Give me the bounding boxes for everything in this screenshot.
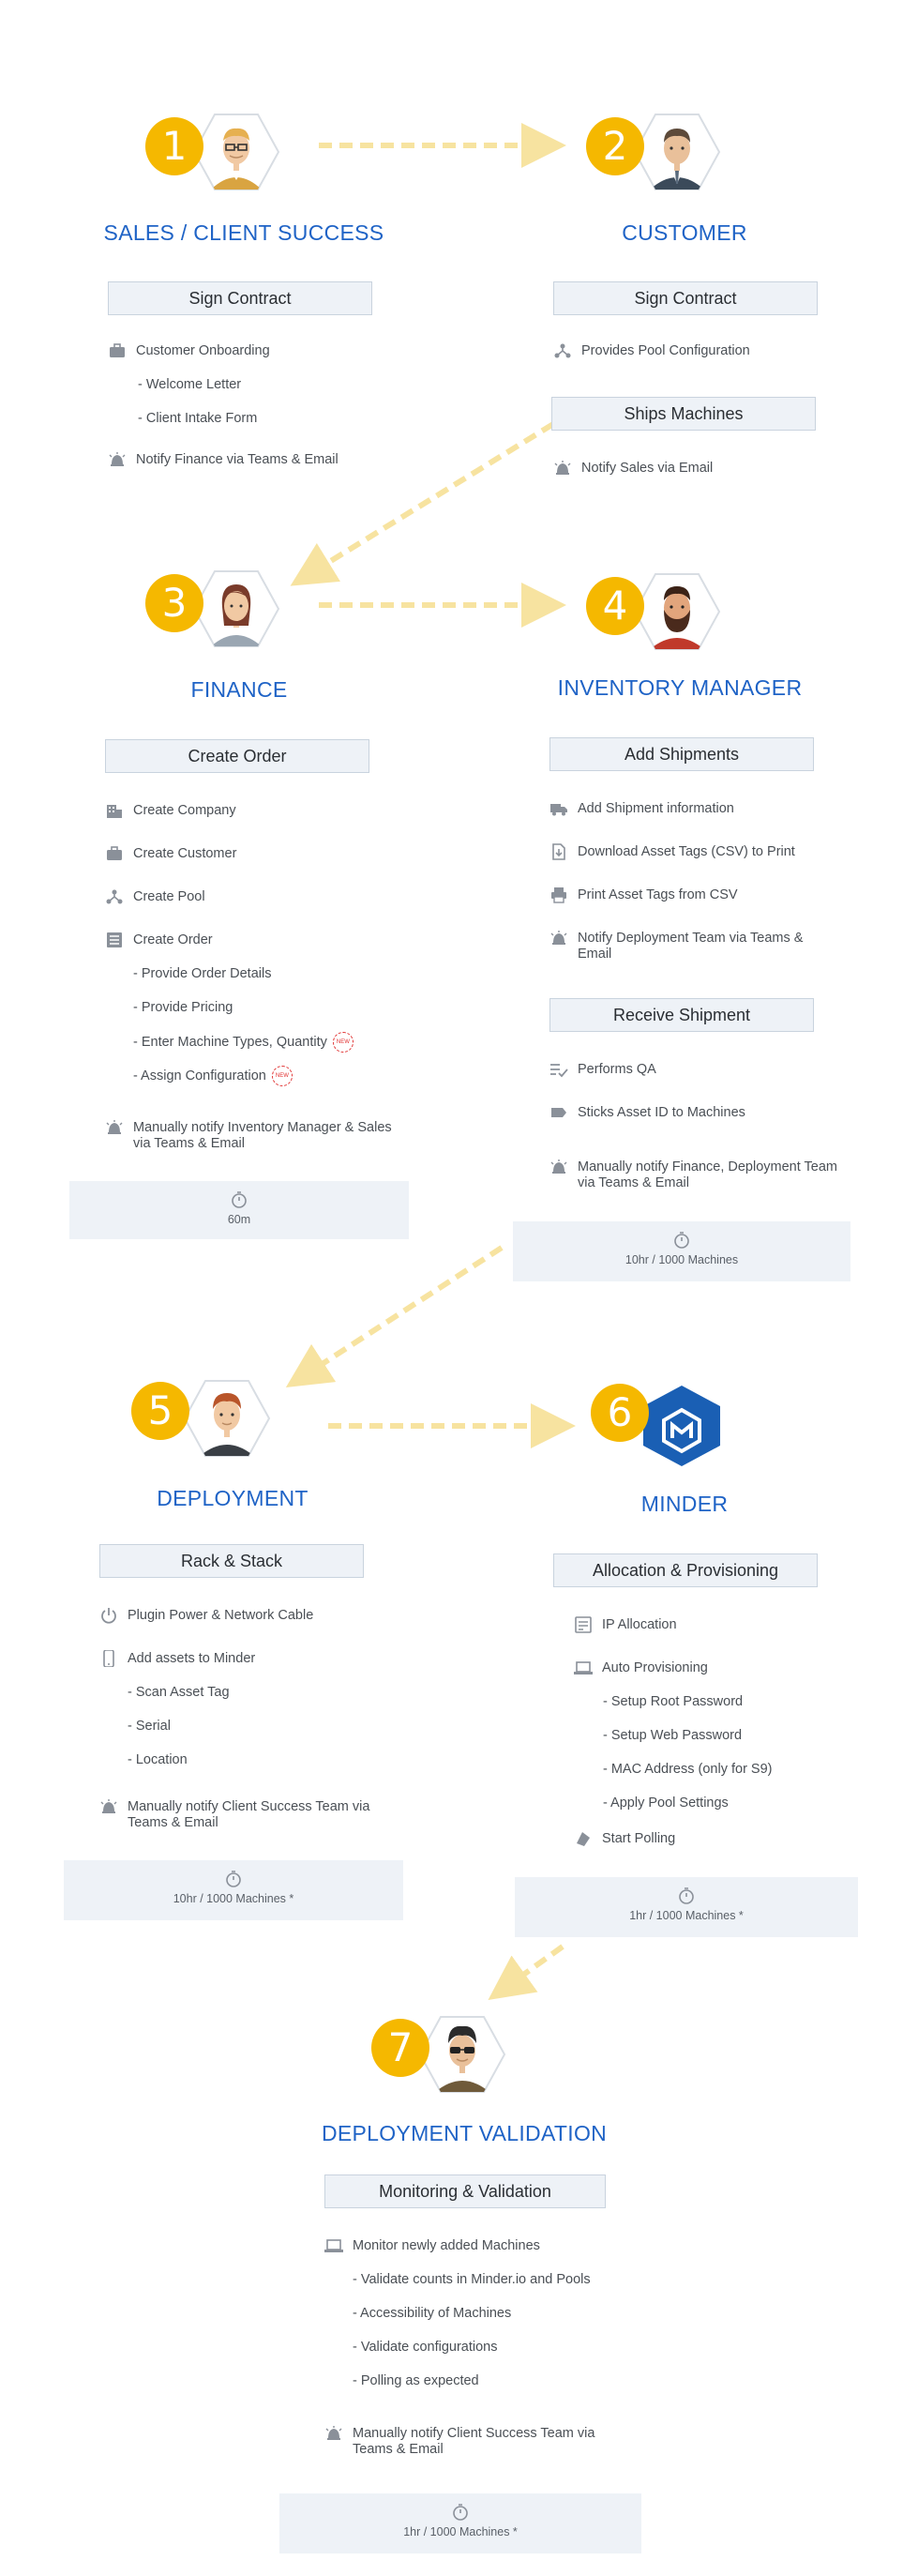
building-icon	[107, 805, 122, 818]
rack-stack-box: Rack & Stack	[99, 1544, 364, 1578]
step-number-badge: 3	[145, 574, 203, 632]
arrow-4-to-5	[285, 1245, 504, 1388]
laptop-icon	[324, 2239, 343, 2252]
laptop-icon	[574, 1661, 593, 1674]
mobile-icon	[103, 1650, 114, 1667]
avatar-customer-icon	[633, 114, 721, 190]
arrow-6-to-7	[488, 1944, 564, 2000]
step-5-header: 5	[131, 1379, 281, 1457]
time-estimate: 10hr / 1000 Machines	[513, 1221, 850, 1281]
alarm-icon	[106, 1120, 123, 1134]
list-item: - Assign Configuration NEW	[133, 1066, 293, 1086]
time-label: 10hr / 1000 Machines	[625, 1253, 739, 1266]
step-4-header: 4	[586, 572, 727, 650]
stopwatch-icon	[453, 2504, 468, 2521]
alarm-icon	[550, 931, 567, 945]
list-item: - Validate counts in Minder.io and Pools	[353, 2272, 591, 2287]
list-item: - Serial	[128, 1719, 171, 1734]
avatar-validation-icon	[418, 2016, 506, 2093]
polling-icon	[577, 1832, 590, 1846]
sign-contract-box: Sign Contract	[108, 281, 372, 315]
step-number-badge: 6	[591, 1384, 649, 1442]
time-estimate: 1hr / 1000 Machines *	[515, 1877, 858, 1937]
ships-machines-box: Ships Machines	[551, 397, 816, 431]
step-5-title: DEPLOYMENT	[157, 1486, 309, 1510]
list-item: - Setup Root Password	[603, 1694, 744, 1709]
monitoring-validation-box: Monitoring & Validation	[324, 2174, 606, 2208]
ip-icon	[575, 1616, 592, 1633]
list-item: - Enter Machine Types, Quantity NEW	[133, 1032, 354, 1053]
alarm-icon	[100, 1799, 117, 1813]
stopwatch-icon	[674, 1232, 689, 1249]
list-item: - Provide Pricing	[133, 1000, 233, 1015]
list-icon	[107, 932, 122, 947]
minder-logo-icon	[643, 1386, 720, 1466]
alarm-icon	[109, 452, 126, 466]
list-item: - Apply Pool Settings	[603, 1796, 729, 1811]
time-label: 1hr / 1000 Machines *	[403, 2525, 518, 2538]
list-item: - Polling as expected	[353, 2373, 479, 2388]
step-1-title: SALES / CLIENT SUCCESS	[103, 220, 384, 245]
stopwatch-icon	[679, 1887, 694, 1904]
alarm-icon	[325, 2426, 342, 2440]
briefcase-icon	[107, 846, 122, 860]
customer-sign-contract-box: Sign Contract	[553, 281, 818, 315]
receive-shipment-box: Receive Shipment	[549, 998, 814, 1032]
tag-icon	[551, 1108, 566, 1117]
stopwatch-icon	[232, 1191, 247, 1208]
list-item: - Client Intake Form	[138, 411, 258, 426]
step-7-header: 7	[371, 2015, 521, 2099]
list-item: - Scan Asset Tag	[128, 1685, 230, 1700]
step-number-badge: 5	[131, 1382, 189, 1440]
stopwatch-icon	[226, 1871, 241, 1887]
list-item: - Validate configurations	[353, 2340, 498, 2355]
step-6-title: MINDER	[640, 1492, 729, 1516]
step-2-header: 2	[586, 113, 727, 190]
list-item: - Provide Order Details	[133, 966, 272, 981]
step-number-badge: 2	[586, 117, 644, 175]
list-item: - MAC Address (only for S9)	[603, 1762, 773, 1777]
alarm-icon	[554, 461, 571, 475]
arrow-2-to-3	[290, 421, 555, 586]
time-estimate: 10hr / 1000 Machines *	[64, 1860, 403, 1920]
download-file-icon	[552, 843, 565, 860]
avatar-deployment-icon	[183, 1380, 271, 1457]
step-2-title: CUSTOMER	[622, 220, 747, 245]
step-3-title: FINANCE	[190, 677, 288, 702]
step-number-badge: 7	[371, 2019, 429, 2077]
add-shipments-box: Add Shipments	[549, 737, 814, 771]
step-number-badge: 4	[586, 577, 644, 635]
list-item: - Location	[128, 1752, 188, 1767]
truck-icon	[550, 804, 567, 816]
step-4-title: INVENTORY MANAGER	[557, 675, 803, 700]
avatar-finance-icon	[192, 570, 280, 647]
step-7-title: DEPLOYMENT VALIDATION	[321, 2121, 608, 2145]
avatar-sales-icon	[192, 114, 280, 190]
create-order-box: Create Order	[105, 739, 369, 773]
avatar-inventory-icon	[633, 573, 721, 650]
power-icon	[101, 1608, 116, 1624]
list-item: - Accessibility of Machines	[353, 2306, 512, 2321]
alarm-icon	[550, 1159, 567, 1174]
time-label: 1hr / 1000 Machines *	[629, 1909, 744, 1922]
briefcase-icon	[110, 343, 125, 357]
network-icon	[106, 889, 123, 904]
network-icon	[554, 343, 571, 358]
time-label: 60m	[227, 1213, 251, 1226]
time-label: 10hr / 1000 Machines *	[173, 1892, 294, 1905]
step-3-header: 3	[145, 569, 286, 647]
step-6-header: 6	[591, 1384, 741, 1468]
new-badge-icon: NEW	[332, 1032, 354, 1053]
new-badge-icon: NEW	[271, 1066, 293, 1086]
checklist-icon	[550, 1064, 568, 1078]
step-number-badge: 1	[145, 117, 203, 175]
list-item: - Welcome Letter	[138, 377, 242, 392]
list-item: - Setup Web Password	[603, 1728, 743, 1743]
step-1-header: 1	[145, 113, 286, 190]
printer-icon	[551, 887, 566, 903]
allocation-provisioning-box: Allocation & Provisioning	[553, 1553, 818, 1587]
time-estimate: 1hr / 1000 Machines *	[279, 2493, 641, 2553]
time-estimate: 60m	[69, 1181, 409, 1239]
